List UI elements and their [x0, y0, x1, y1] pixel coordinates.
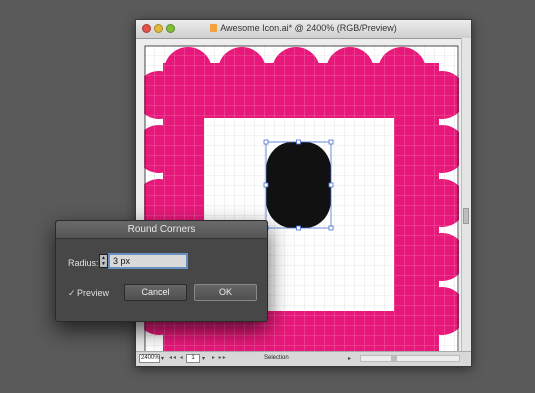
status-text[interactable]: Selection: [264, 355, 289, 361]
preview-label[interactable]: Preview: [77, 288, 109, 298]
artboard-number-field[interactable]: 1: [186, 354, 200, 363]
dialog-title: Round Corners: [56, 221, 267, 239]
horizontal-scroll-thumb[interactable]: [391, 356, 397, 361]
radius-label: Radius:: [68, 258, 99, 268]
next-last-artboard-icon[interactable]: ▸ ▸▸: [212, 354, 227, 361]
zoom-dropdown-icon[interactable]: ▾: [161, 355, 164, 362]
round-corners-dialog: Round Corners Radius: ▲ ▼ 3 px ✓ Preview…: [55, 220, 268, 322]
cancel-button[interactable]: Cancel: [124, 284, 187, 301]
document-icon: [210, 24, 218, 32]
preview-checkbox[interactable]: ✓: [68, 288, 76, 299]
window-title: Awesome Icon.ai* @ 2400% (RGB/Preview): [136, 23, 471, 33]
ok-button[interactable]: OK: [194, 284, 257, 301]
selected-shape[interactable]: [263, 139, 334, 231]
title-bar[interactable]: Awesome Icon.ai* @ 2400% (RGB/Preview): [136, 20, 471, 39]
vertical-scroll-thumb[interactable]: [463, 208, 469, 224]
vertical-scrollbar[interactable]: [461, 38, 471, 352]
first-prev-artboard-icon[interactable]: ◂◂ ◂: [169, 354, 184, 361]
stepper-down-icon[interactable]: ▼: [100, 261, 107, 267]
status-bar: 2400% ▾ ◂◂ ◂ 1 ▾ ▸ ▸▸ Selection ▸: [136, 351, 471, 366]
zoom-field[interactable]: 2400%: [139, 354, 160, 363]
window-title-text: Awesome Icon.ai* @ 2400% (RGB/Preview): [220, 23, 397, 33]
status-menu-icon[interactable]: ▸: [348, 355, 351, 362]
horizontal-scrollbar[interactable]: [360, 355, 460, 362]
artboard-dropdown-icon[interactable]: ▾: [202, 355, 205, 362]
radius-input[interactable]: 3 px: [108, 253, 188, 269]
radius-stepper[interactable]: ▲ ▼: [99, 254, 108, 268]
